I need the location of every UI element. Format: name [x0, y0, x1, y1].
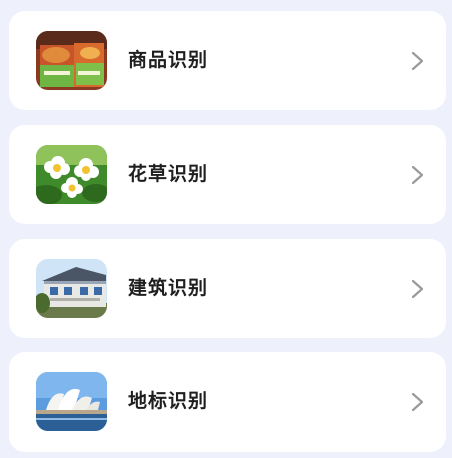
- product-recognition-item[interactable]: 商品识别: [9, 11, 446, 110]
- chevron-right-icon[interactable]: [410, 163, 426, 187]
- chevron-right-icon[interactable]: [410, 277, 426, 301]
- item-label: 花草识别: [128, 163, 209, 185]
- building-recognition-item[interactable]: 建筑识别: [9, 239, 446, 338]
- building-photo-icon: [36, 259, 107, 318]
- product-photo-icon: [36, 31, 107, 90]
- item-label: 商品识别: [128, 49, 209, 71]
- chevron-right-icon[interactable]: [410, 49, 426, 73]
- recognition-list: 商品识别 花草识别 建筑识别 地标识别: [0, 0, 452, 458]
- landmark-recognition-item[interactable]: 地标识别: [9, 352, 446, 452]
- plant-recognition-item[interactable]: 花草识别: [9, 125, 446, 224]
- item-label: 地标识别: [128, 390, 209, 412]
- item-label: 建筑识别: [128, 277, 209, 299]
- landmark-photo-icon: [36, 372, 107, 431]
- flower-photo-icon: [36, 145, 107, 204]
- chevron-right-icon[interactable]: [410, 390, 426, 414]
